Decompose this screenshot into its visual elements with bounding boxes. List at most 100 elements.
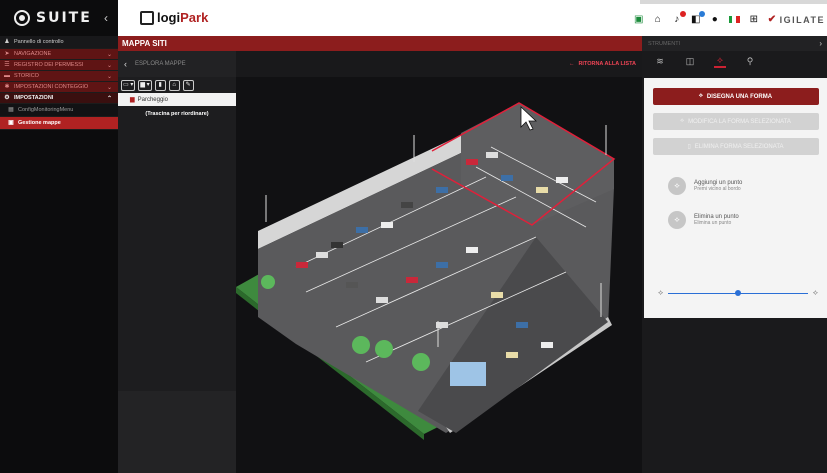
chevron-down-icon: ⌄ — [106, 84, 112, 91]
chevron-left-icon[interactable]: ‹ — [104, 11, 108, 25]
map-icon: ▆ — [130, 97, 135, 103]
tree-node-parcheggio[interactable]: ▆ Parcheggio — [118, 93, 236, 106]
brand: SUITE ‹ — [0, 0, 118, 36]
counter-icon: ✱ — [4, 84, 10, 90]
delete-button[interactable]: ▮ — [154, 79, 166, 91]
sidebar-item-permissions[interactable]: ☰ REGISTRO DEI PERMESSI ⌄ — [0, 60, 118, 71]
remove-point-subtitle: Elimina un punto — [694, 220, 732, 226]
italian-flag-icon[interactable] — [728, 16, 740, 23]
modify-shape-button[interactable]: ⟡ MODIFICA LA FORMA SELEZIONATA — [652, 113, 819, 130]
sidebar-item-label: ConfigMonitoringMenu — [18, 107, 74, 113]
config-icon: ▦ — [8, 107, 14, 113]
parking-map-image[interactable] — [236, 77, 642, 473]
settings-icon: ⚙ — [4, 95, 10, 101]
trash-icon: ▯ — [687, 144, 691, 150]
shape-icon: ⟡ — [698, 93, 703, 99]
explorer-header: ‹ ESPLORA MAPPE — [118, 51, 236, 77]
list-icon: ☰ — [4, 62, 10, 68]
remove-point-hint: ⟡ Elimina un punto Elimina un punto — [644, 211, 827, 229]
sidebar-item-history[interactable]: ▬ STORICO ⌄ — [0, 71, 118, 82]
explorer-title: ESPLORA MAPPE — [135, 61, 186, 67]
message-badge — [698, 10, 705, 17]
car-icon: ▬ — [4, 73, 10, 79]
pin-icon: ⚲ — [746, 55, 754, 66]
shape-small-icon: ⟡ — [658, 288, 664, 297]
chevron-left-icon[interactable]: ‹ — [124, 59, 127, 69]
sidebar-item-label: NAVIGAZIONE — [14, 51, 52, 57]
vigilate-logo: ✔ IGILATE — [768, 14, 825, 25]
sidebar-item-settings[interactable]: ⚙ IMPOSTAZIONI ⌃ — [0, 93, 118, 104]
sidebar-nav: ♟ Pannello di controllo ➤ NAVIGAZIONE ⌄ … — [0, 36, 118, 130]
sidebar: SUITE ‹ ♟ Pannello di controllo ➤ NAVIGA… — [0, 0, 118, 473]
edit-button[interactable]: ✎ — [182, 79, 194, 91]
tab-layers[interactable]: ≋ — [654, 56, 666, 67]
home-button[interactable]: ⌂ — [168, 79, 180, 91]
camera-icon[interactable]: ▣ — [634, 14, 644, 25]
draw-shape-button[interactable]: ⟡ DISEGNA UNA FORMA — [652, 88, 819, 105]
logipark-logo-icon — [140, 10, 154, 25]
user-icon[interactable]: ● — [710, 14, 720, 25]
shape-tools-content: ⟡ DISEGNA UNA FORMA ⟡ MODIFICA LA FORMA … — [644, 78, 827, 318]
tools-panel: STRUMENTI › ≋ ◫ ⟡ ⚲ ⟡ DISEGNA UNA FORMA … — [642, 36, 827, 473]
notification-badge — [679, 10, 686, 17]
explorer-toolbar: ▭ ▾ ▆ ▾ ▮ ⌂ ✎ — [118, 77, 236, 93]
chevron-right-icon[interactable]: › — [819, 39, 822, 48]
page-title: MAPPA SITI — [118, 36, 642, 51]
add-point-icon: ⟡ — [668, 177, 686, 195]
sidebar-item-config-monitoring[interactable]: ▦ ConfigMonitoringMenu — [0, 104, 118, 117]
slider-knob[interactable] — [735, 290, 741, 296]
tree-node-label: Parcheggio — [137, 96, 168, 103]
partner-name: IGILATE — [779, 14, 825, 25]
sidebar-item-label: Gestione mappe — [18, 120, 61, 126]
chevron-down-icon: ⌄ — [106, 51, 112, 58]
logipark-logo: logiPark — [140, 10, 208, 25]
brand-name: SUITE — [36, 10, 92, 26]
app-name-prefix: logi — [157, 10, 181, 25]
chevron-down-icon: ⌄ — [106, 62, 112, 69]
return-to-list-button[interactable]: ← RITORNA ALLA LISTA — [569, 61, 636, 67]
tools-tabs: ≋ ◫ ⟡ ⚲ — [642, 51, 827, 71]
image-icon: ◫ — [685, 55, 695, 66]
map-tree: ▆ Parcheggio (Trascina per riordinare) — [118, 93, 236, 117]
tab-markers[interactable]: ⚲ — [744, 56, 756, 67]
sidebar-item-dashboard[interactable]: ♟ Pannello di controllo — [0, 36, 118, 49]
tab-shapes[interactable]: ⟡ — [714, 55, 726, 68]
add-point-subtitle: Premi vicino al bordo — [694, 186, 741, 192]
arrow-left-icon: ← — [568, 61, 575, 67]
folder-dropdown-button[interactable]: ▭ ▾ — [121, 79, 136, 91]
top-strip — [640, 0, 827, 4]
top-header: logiPark ▣ ⌂ ♪ ◧ ● ⊞ ✔ IGILATE — [118, 0, 827, 36]
reorder-hint: (Trascina per riordinare) — [145, 111, 209, 117]
map-canvas[interactable]: ← RITORNA ALLA LISTA — [236, 51, 642, 473]
guard-booth — [450, 362, 486, 386]
chevron-up-icon: ⌃ — [106, 95, 112, 102]
canvas-toolbar: ← RITORNA ALLA LISTA — [236, 51, 642, 77]
tab-image[interactable]: ◫ — [684, 56, 696, 67]
inbox-icon[interactable]: ◧ — [691, 10, 705, 25]
delete-shape-label: ELIMINA FORMA SELEZIONATA — [694, 143, 784, 150]
apps-grid-icon[interactable]: ⊞ — [749, 14, 759, 25]
vigilate-mark-icon: ✔ — [767, 14, 778, 25]
shape-icon: ⟡ — [680, 118, 685, 124]
sidebar-item-counter-settings[interactable]: ✱ IMPOSTAZIONI CONTEGGIO ⌄ — [0, 82, 118, 93]
app-name: logiPark — [157, 10, 208, 25]
tools-title: STRUMENTI — [648, 40, 681, 47]
sidebar-item-navigation[interactable]: ➤ NAVIGAZIONE ⌄ — [0, 49, 118, 60]
map-icon: ▣ — [8, 120, 14, 126]
app-name-suffix: Park — [180, 10, 209, 25]
remove-point-icon: ⟡ — [668, 211, 686, 229]
sidebar-item-map-management[interactable]: ▣ Gestione mappe — [0, 117, 118, 130]
home-icon[interactable]: ⌂ — [653, 14, 663, 25]
bell-icon[interactable]: ♪ — [672, 10, 686, 25]
sidebar-item-label: Pannello di controllo — [14, 39, 64, 45]
map-explorer: ‹ ESPLORA MAPPE ▭ ▾ ▆ ▾ ▮ ⌂ ✎ ▆ Parchegg… — [118, 51, 236, 473]
shape-detail-slider[interactable]: ⟡ ⟡ — [658, 288, 818, 298]
header-icons: ▣ ⌂ ♪ ◧ ● ⊞ ✔ IGILATE — [634, 10, 827, 25]
delete-shape-button[interactable]: ▯ ELIMINA FORMA SELEZIONATA — [652, 138, 819, 155]
map-dropdown-button[interactable]: ▆ ▾ — [138, 79, 152, 91]
chevron-down-icon: ⌄ — [106, 73, 112, 80]
return-to-list-label: RITORNA ALLA LISTA — [578, 61, 636, 67]
sidebar-item-label: REGISTRO DEI PERMESSI — [14, 62, 84, 68]
sidebar-item-label: IMPOSTAZIONI — [14, 95, 54, 101]
shape-large-icon: ⟡ — [812, 288, 818, 297]
